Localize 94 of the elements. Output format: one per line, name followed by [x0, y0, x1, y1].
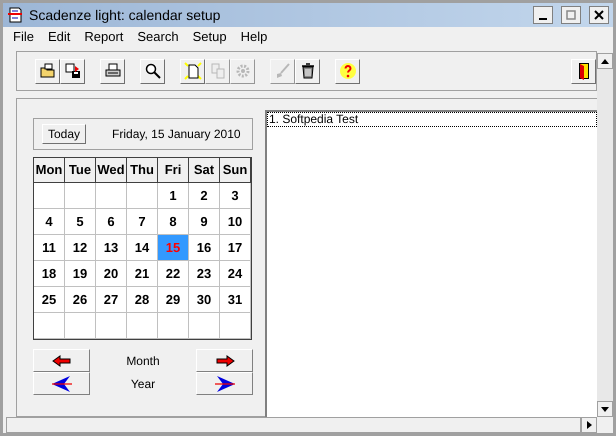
- weekday-header: Tue: [65, 158, 96, 183]
- empty-cell: [127, 183, 158, 209]
- day-cell[interactable]: 7: [127, 209, 158, 235]
- weekday-header: Thu: [127, 158, 158, 183]
- date-label: Friday, 15 January 2010: [112, 126, 241, 143]
- menu-item[interactable]: File: [13, 27, 34, 47]
- menu-item[interactable]: Report: [84, 27, 124, 47]
- previous-button[interactable]: [33, 372, 90, 395]
- menu-item[interactable]: Setup: [192, 27, 227, 47]
- toolbar-button[interactable]: [60, 58, 85, 84]
- day-cell[interactable]: 6: [96, 209, 127, 235]
- empty-cell: [34, 183, 65, 209]
- horizontal-scrollbar[interactable]: [6, 417, 581, 433]
- empty-cell: [189, 313, 220, 339]
- weekday-header: Sat: [189, 158, 220, 183]
- minimize-button[interactable]: [533, 6, 553, 24]
- down-arrow-icon: [601, 406, 609, 412]
- search-icon: [144, 62, 162, 80]
- day-cell[interactable]: 26: [65, 287, 96, 313]
- day-cell[interactable]: 13: [96, 235, 127, 261]
- previous-button[interactable]: [33, 349, 90, 372]
- scroll-up-button[interactable]: [597, 53, 613, 69]
- disk-icon: [64, 62, 82, 80]
- toolbar-button[interactable]: [295, 58, 320, 84]
- toolbar-button[interactable]: [140, 58, 165, 84]
- menu-item[interactable]: Edit: [48, 27, 70, 47]
- day-cell[interactable]: 22: [158, 261, 189, 287]
- day-cell[interactable]: 3: [220, 183, 251, 209]
- empty-cell: [158, 313, 189, 339]
- day-cell[interactable]: 19: [65, 261, 96, 287]
- day-cell[interactable]: 31: [220, 287, 251, 313]
- navigation-label: Year: [130, 376, 156, 392]
- toolbar-button[interactable]: [180, 58, 205, 84]
- day-cell[interactable]: 16: [189, 235, 220, 261]
- day-cell[interactable]: 1: [158, 183, 189, 209]
- weekday-header: Fri: [158, 158, 189, 183]
- day-cell[interactable]: 11: [34, 235, 65, 261]
- list-item[interactable]: 1. Softpedia Test: [267, 112, 597, 127]
- maximize-button[interactable]: [561, 6, 581, 24]
- copy-icon: [208, 62, 226, 80]
- empty-cell: [34, 313, 65, 339]
- next-button[interactable]: [196, 349, 253, 372]
- app-icon: [7, 7, 23, 23]
- empty-cell: [65, 313, 96, 339]
- right-arrow-icon: [586, 421, 592, 429]
- scroll-down-button[interactable]: [597, 401, 613, 417]
- arrow-icon: [50, 374, 74, 392]
- day-cell[interactable]: 23: [189, 261, 220, 287]
- day-cell[interactable]: 9: [189, 209, 220, 235]
- day-cell[interactable]: 2: [189, 183, 220, 209]
- day-cell[interactable]: 18: [34, 261, 65, 287]
- toolbar-button[interactable]: [35, 58, 60, 84]
- empty-cell: [96, 313, 127, 339]
- arrow-icon: [50, 354, 74, 366]
- navigation-label: Month: [125, 352, 161, 370]
- day-cell[interactable]: 29: [158, 287, 189, 313]
- day-cell[interactable]: 12: [65, 235, 96, 261]
- day-cell[interactable]: 24: [220, 261, 251, 287]
- menu-item[interactable]: Help: [240, 27, 268, 47]
- day-cell[interactable]: 21: [127, 261, 158, 287]
- arrow-icon: [212, 374, 236, 392]
- close-icon: [594, 10, 604, 20]
- menu-item[interactable]: Search: [137, 27, 179, 47]
- day-cell[interactable]: 4: [34, 209, 65, 235]
- day-cell[interactable]: 25: [34, 287, 65, 313]
- minimize-icon: [538, 18, 548, 20]
- day-cell[interactable]: 30: [189, 287, 220, 313]
- day-cell[interactable]: 20: [96, 261, 127, 287]
- day-cell[interactable]: 5: [65, 209, 96, 235]
- day-cell[interactable]: 27: [96, 287, 127, 313]
- weekday-header: Wed: [96, 158, 127, 183]
- gear-icon: [234, 62, 252, 80]
- day-cell[interactable]: 17: [220, 235, 251, 261]
- empty-cell: [65, 183, 96, 209]
- day-cell[interactable]: 10: [220, 209, 251, 235]
- question-icon: [338, 62, 356, 80]
- next-button[interactable]: [196, 372, 253, 395]
- empty-cell: [96, 183, 127, 209]
- day-cell[interactable]: 28: [127, 287, 158, 313]
- weekday-header: Sun: [220, 158, 251, 183]
- window-title: Scadenze light: calendar setup: [29, 6, 222, 25]
- toolbar-button[interactable]: [100, 58, 125, 84]
- vertical-scrollbar[interactable]: [597, 53, 613, 417]
- empty-cell: [127, 313, 158, 339]
- up-arrow-icon: [601, 58, 609, 64]
- folder-icon: [38, 62, 56, 80]
- today-button[interactable]: Today: [42, 124, 86, 144]
- empty-cell: [220, 313, 251, 339]
- document-icon: [184, 62, 202, 80]
- scroll-right-button[interactable]: [581, 417, 597, 433]
- close-button[interactable]: [589, 6, 609, 24]
- toolbar-button[interactable]: [571, 58, 596, 84]
- maximize-icon: [566, 10, 576, 20]
- weekday-header: Mon: [34, 158, 65, 183]
